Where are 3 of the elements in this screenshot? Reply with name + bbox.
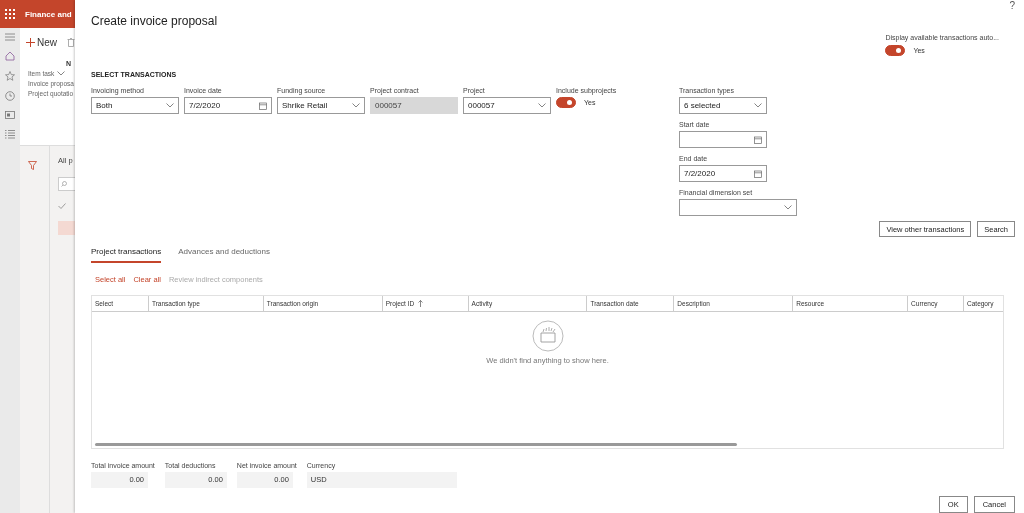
dialog-title: Create invoice proposal — [91, 14, 218, 30]
readonly-field: 000057 — [370, 97, 458, 115]
app-title: Finance and — [25, 9, 72, 19]
